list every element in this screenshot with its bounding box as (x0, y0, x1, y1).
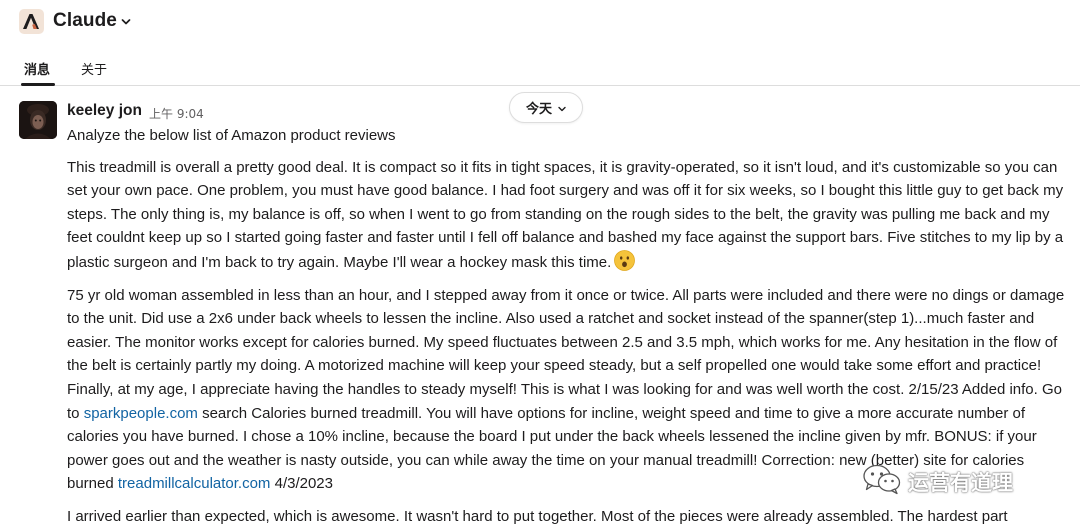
message-body: Analyze the below list of Amazon product… (67, 124, 1072, 525)
chevron-down-icon[interactable] (121, 13, 131, 31)
message-prompt: Analyze the below list of Amazon product… (67, 127, 396, 144)
message-timestamp[interactable]: 上午 9:04 (149, 105, 204, 122)
date-divider-button[interactable]: 今天 (509, 92, 583, 123)
hushed-face-emoji-icon (614, 250, 636, 271)
tab-bar: 消息 关于 (0, 48, 1080, 86)
chevron-down-icon (558, 101, 566, 116)
active-tab-indicator (21, 83, 55, 86)
avatar[interactable] (19, 101, 57, 139)
date-divider-label: 今天 (525, 102, 552, 117)
review-paragraph: 75 yr old woman assembled in less than a… (67, 284, 1072, 496)
tab-messages[interactable]: 消息 (24, 59, 50, 78)
app-title[interactable]: Claude (53, 10, 117, 32)
review-text: 4/3/2023 (270, 475, 333, 493)
review-text: I arrived earlier than expected, which i… (67, 507, 1008, 525)
sparkpeople-link[interactable]: sparkpeople.com (84, 405, 198, 422)
claude-logo-icon (19, 8, 44, 34)
tab-about[interactable]: 关于 (81, 59, 107, 78)
review-paragraph: I arrived earlier than expected, which i… (67, 505, 1072, 525)
app-header: Claude (0, 0, 1080, 42)
treadmillcalculator-link[interactable]: treadmillcalculator.com (118, 475, 271, 492)
review-text: This treadmill is overall a pretty good … (67, 158, 1064, 271)
review-paragraph: This treadmill is overall a pretty good … (67, 156, 1072, 275)
sender-name[interactable]: keeley jon (67, 102, 142, 120)
review-text: 75 yr old woman assembled in less than a… (67, 286, 1065, 422)
